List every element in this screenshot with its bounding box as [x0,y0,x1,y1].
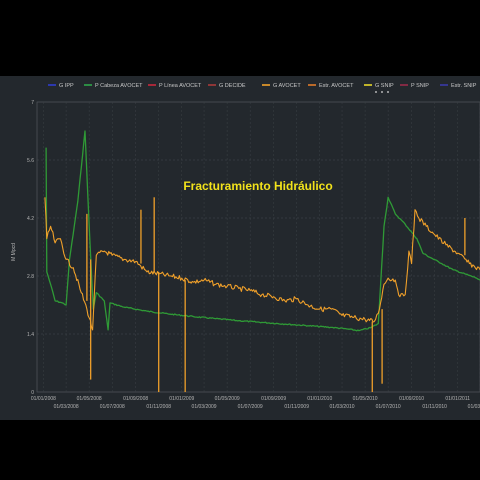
legend-label: P Cabeza AVOCET [95,83,143,89]
legend-label: G DECIDE [219,83,246,89]
line-chart: G IPP P Cabeza AVOCET P Línea AVOCET G DECI… [11,83,480,410]
x-axis: 01/01/2008 01/05/2008 01/09/2008 01/01/2009… [31,396,480,410]
y-tick-label: 7 [31,100,34,106]
x-tick-label: 01/09/2009 [261,396,286,402]
x-tick-label: 01/09/2010 [399,396,424,402]
legend-label: G SNIP [375,83,394,89]
legend-label: Estr. AVOCET [319,83,354,89]
x-tick-label: 01/01/2008 [31,396,56,402]
annotation: Fracturamiento Hidráulico [183,179,332,193]
legend-label: P SNIP [411,83,429,89]
x-tick-label: 01/03/2008 [54,404,79,410]
x-tick-label: 01/05/2010 [353,396,378,402]
grid [36,101,480,393]
y-tick-label: 1.4 [27,332,34,338]
x-tick-label: 01/07/2008 [100,404,125,410]
x-tick-label: 01/03/2009 [192,404,217,410]
legend-dot [381,91,383,93]
chart-panel: G IPP P Cabeza AVOCET P Línea AVOCET G DECI… [0,76,480,420]
legend-label: G IPP [59,83,74,89]
x-tick-label: 01/01/2009 [169,396,194,402]
x-tick-label: 01/05/2009 [215,396,240,402]
y-tick-label: 5.6 [27,158,34,164]
y-axis: 01.42.84.25.67 [27,100,34,396]
y-tick-label: 4.2 [27,216,34,222]
legend-label: Estr. SNIP [451,83,477,89]
x-tick-label: 01/03/2011 [468,404,480,410]
plot-area [36,101,480,393]
x-tick-label: 01/05/2008 [77,396,102,402]
legend-dot [387,91,389,93]
y-tick-label: 2.8 [27,274,34,280]
x-tick-label: 01/11/2008 [146,404,171,410]
x-tick-label: 01/11/2010 [422,404,447,410]
x-tick-label: 01/01/2011 [445,396,470,402]
legend-label: P Línea AVOCET [159,83,202,89]
x-tick-label: 01/09/2008 [123,396,148,402]
x-tick-label: 01/03/2010 [330,404,355,410]
x-tick-label: 01/07/2009 [238,404,263,410]
y-axis-label: M Mpcd [11,243,17,261]
legend-dot [375,91,377,93]
x-tick-label: 01/01/2010 [307,396,332,402]
x-tick-label: 01/07/2010 [376,404,401,410]
legend-label: G AVOCET [273,83,301,89]
legend: G IPP P Cabeza AVOCET P Línea AVOCET G DECI… [48,83,477,93]
x-tick-label: 01/11/2009 [284,404,309,410]
